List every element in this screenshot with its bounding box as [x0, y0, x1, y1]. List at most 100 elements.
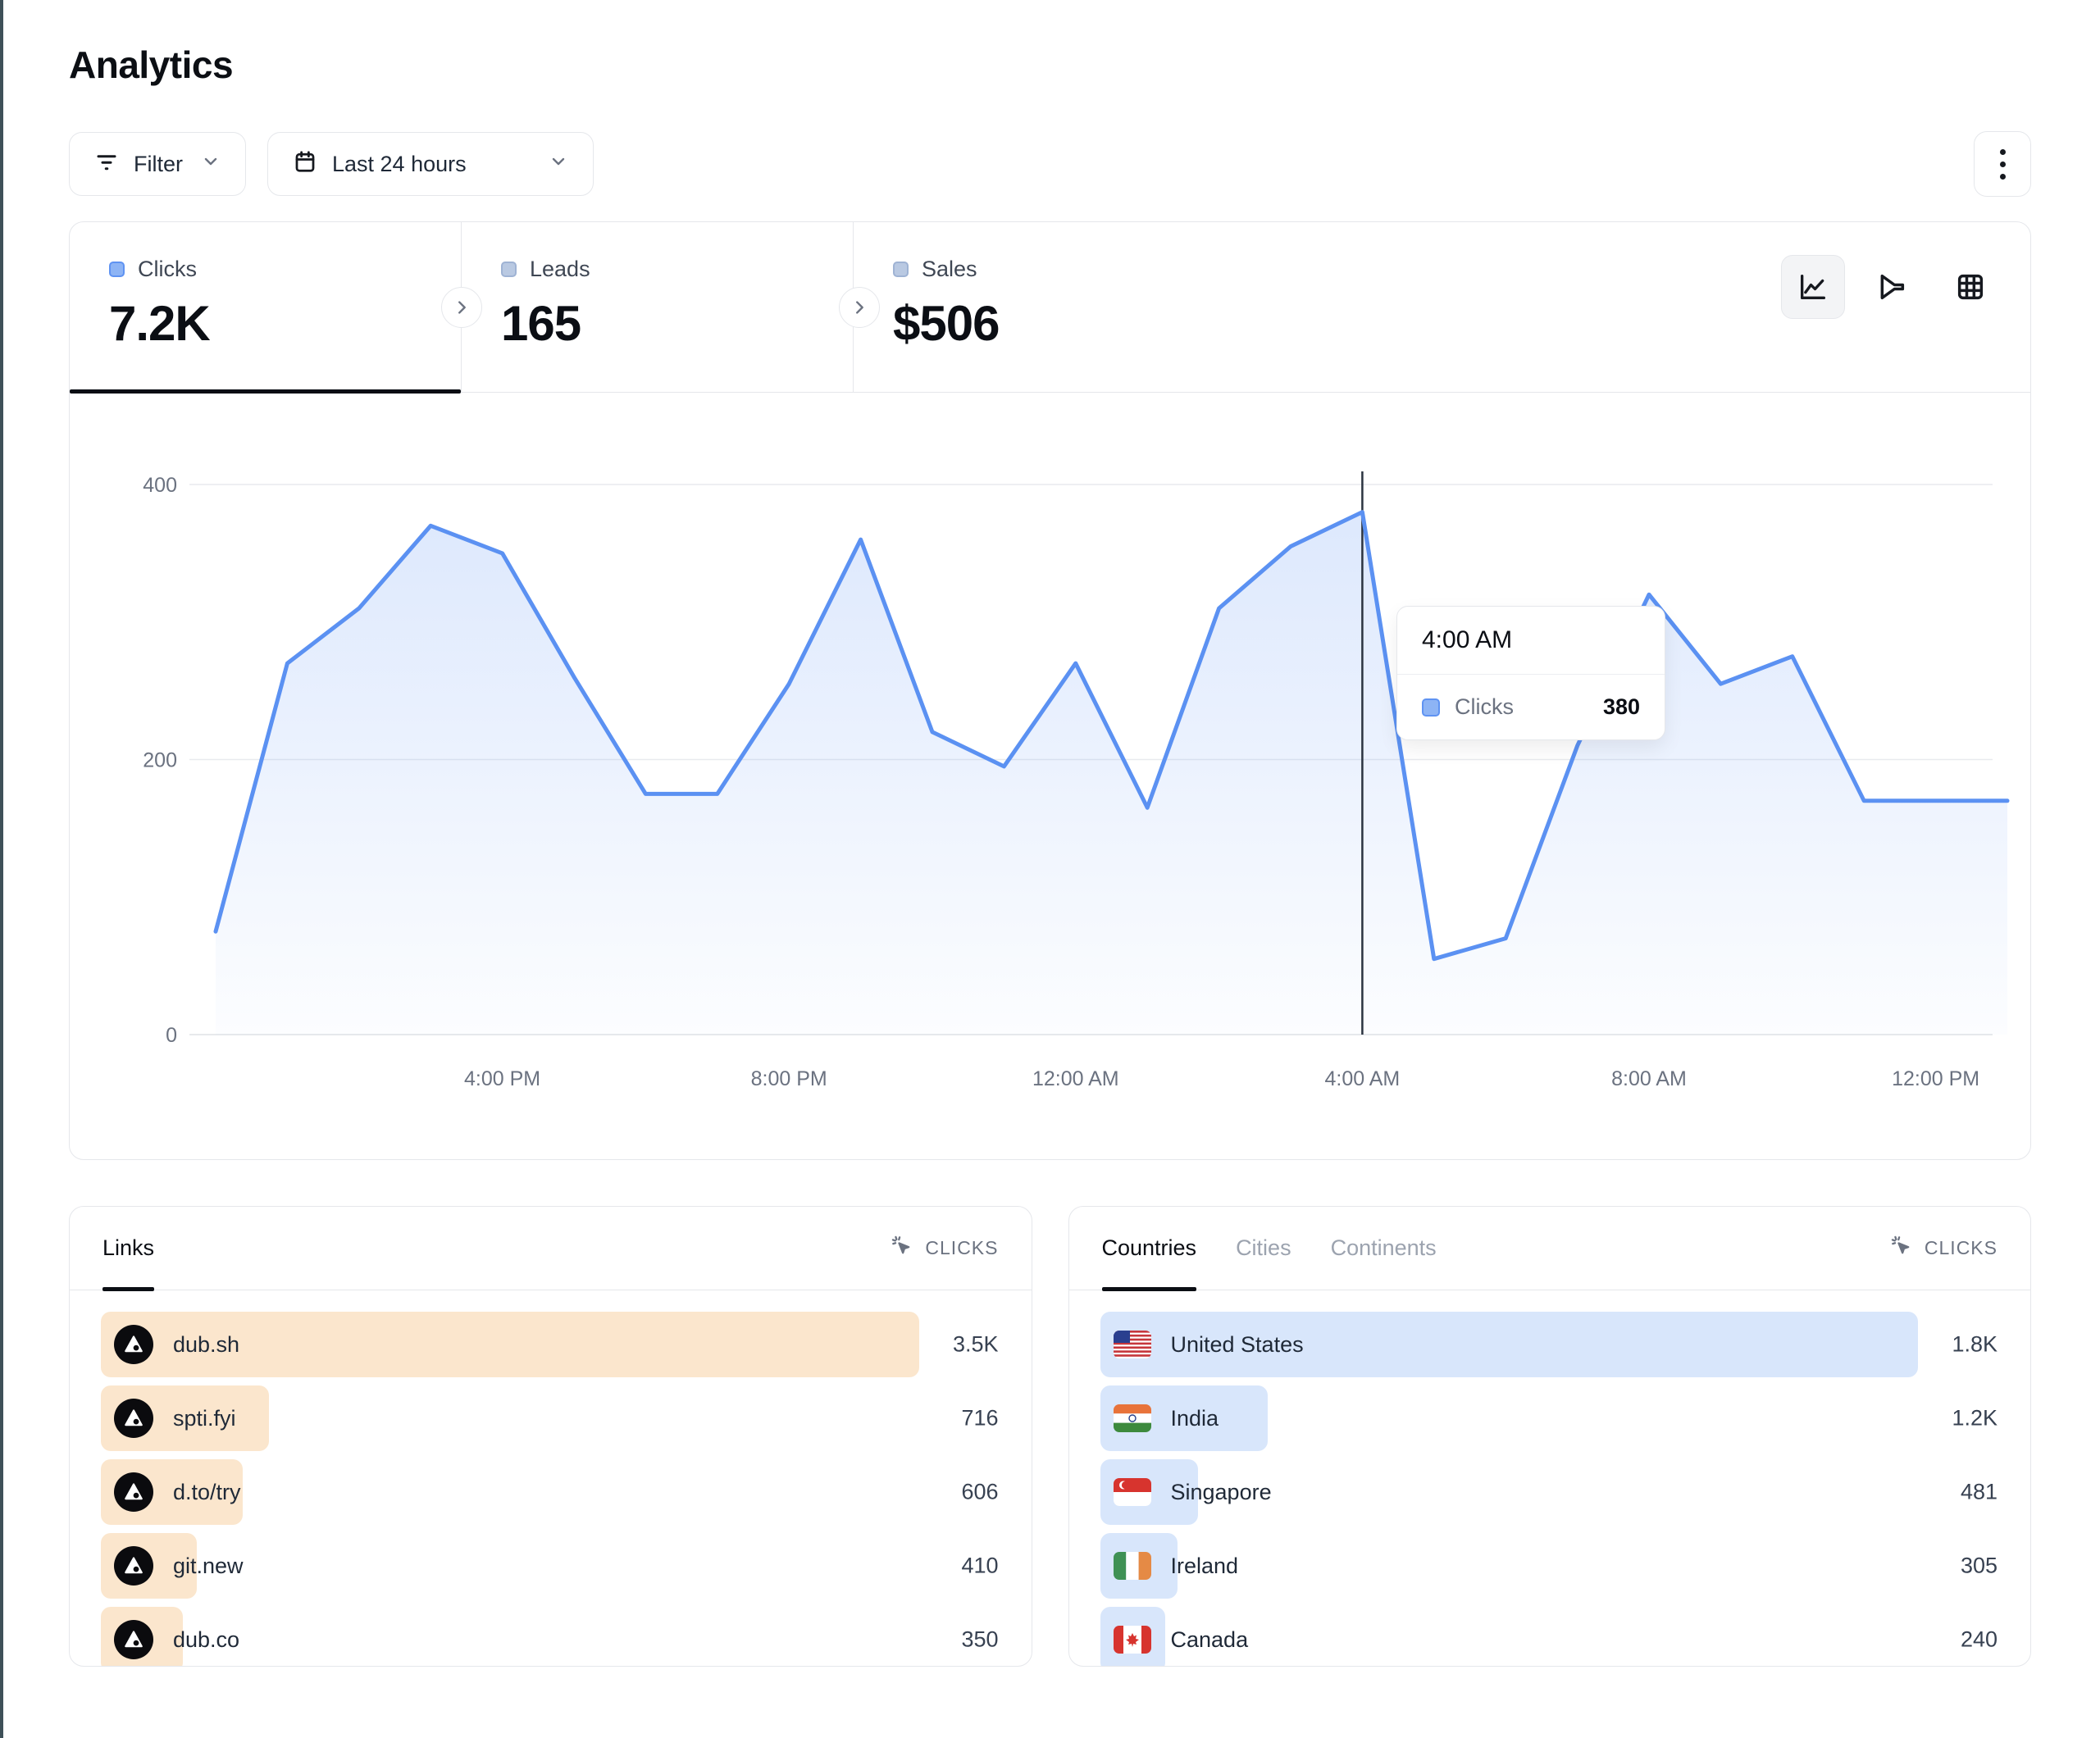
links-tabs: Links [102, 1207, 154, 1290]
kebab-menu-icon [2000, 149, 2006, 180]
item-clicks-value: 481 [1961, 1480, 1998, 1505]
analytics-card: Clicks 7.2K Leads 165 Sales $506 [69, 221, 2031, 1160]
ie-flag-icon [1114, 1552, 1151, 1580]
item-clicks-value: 240 [1961, 1627, 1998, 1653]
clicks-tab-label: Clicks [138, 257, 197, 282]
dub-logo-icon [114, 1546, 153, 1586]
leads-legend-square [501, 262, 517, 277]
chart-canvas: 40020004:00 PM8:00 PM12:00 AM4:00 AM8:00… [70, 393, 2029, 1159]
item-clicks-value: 410 [961, 1554, 998, 1579]
list-item-dub-sh[interactable]: dub.sh 3.5K [101, 1312, 1000, 1377]
page-title: Analytics [69, 43, 2031, 87]
sales-tab-label: Sales [922, 257, 977, 282]
svg-text:12:00 PM: 12:00 PM [1892, 1067, 1979, 1090]
date-range-button[interactable]: Last 24 hours [267, 132, 594, 196]
toolbar: Filter Last 24 hours [69, 131, 2031, 197]
svg-text:400: 400 [143, 474, 177, 497]
item-label: Ireland [1171, 1554, 1239, 1579]
breakdown-panels: Links CLICKS dub.sh 3.5K spti.fyi 716 d.to/t… [69, 1206, 2031, 1667]
svg-text:0: 0 [166, 1024, 177, 1047]
clicks-legend-square [109, 262, 125, 277]
item-clicks-value: 305 [1961, 1554, 1998, 1579]
chevron-down-icon [549, 152, 568, 177]
item-label: Singapore [1171, 1480, 1272, 1505]
item-label: git.new [173, 1554, 244, 1579]
links-list: dub.sh 3.5K spti.fyi 716 d.to/try606 git.new 4… [70, 1290, 1032, 1667]
list-item-india[interactable]: India 1.2K [1100, 1385, 2000, 1451]
item-clicks-value: 350 [961, 1627, 998, 1653]
funnel-view-button[interactable] [1860, 255, 1924, 319]
clicks-value: 7.2K [109, 295, 461, 352]
sales-value: $506 [893, 295, 1246, 352]
tooltip-series-label: Clicks [1455, 694, 1514, 720]
chart-view-toggles [1781, 255, 2002, 319]
list-item-dub-co[interactable]: dub.co 350 [101, 1607, 1000, 1667]
countries-panel: Countries Cities Continents CLICKS United … [1068, 1206, 2032, 1667]
tab-countries[interactable]: Countries [1102, 1207, 1197, 1290]
item-clicks-value: 606 [961, 1480, 998, 1505]
item-clicks-value: 1.2K [1952, 1406, 1998, 1431]
list-item-spti-fyi[interactable]: spti.fyi 716 [101, 1385, 1000, 1451]
filter-button-label: Filter [134, 152, 183, 177]
tooltip-legend-square [1422, 698, 1440, 717]
item-label: dub.sh [173, 1332, 239, 1358]
chevron-down-icon [201, 152, 221, 177]
more-options-button[interactable] [1974, 131, 2031, 197]
item-label: dub.co [173, 1627, 239, 1653]
dub-logo-icon [114, 1472, 153, 1512]
dub-logo-icon [114, 1325, 153, 1364]
tab-leads[interactable]: Leads 165 [462, 222, 854, 392]
list-item-git-new[interactable]: git.new 410 [101, 1533, 1000, 1599]
line-chart-view-button[interactable] [1781, 255, 1845, 319]
svg-text:4:00 PM: 4:00 PM [464, 1067, 540, 1090]
svg-text:8:00 AM: 8:00 AM [1611, 1067, 1687, 1090]
cursor-click-icon [891, 1235, 913, 1263]
calendar-icon [293, 149, 317, 180]
list-item-singapore[interactable]: Singapore 481 [1100, 1459, 2000, 1525]
expand-leads-chevron-button[interactable] [839, 287, 880, 328]
list-item-ireland[interactable]: Ireland 305 [1100, 1533, 2000, 1599]
item-label: Canada [1171, 1627, 1249, 1653]
countries-list: United States 1.8K India 1.2K Singapore 481 Ir… [1069, 1290, 2031, 1667]
svg-text:200: 200 [143, 749, 177, 772]
leads-value: 165 [501, 295, 853, 352]
svg-text:12:00 AM: 12:00 AM [1032, 1067, 1119, 1090]
list-item-canada[interactable]: Canada 240 [1100, 1607, 2000, 1667]
item-label: United States [1171, 1332, 1304, 1358]
tab-continents[interactable]: Continents [1331, 1207, 1437, 1290]
in-flag-icon [1114, 1404, 1151, 1432]
links-metric[interactable]: CLICKS [891, 1235, 998, 1263]
item-label: spti.fyi [173, 1406, 236, 1431]
item-clicks-value: 716 [961, 1406, 998, 1431]
countries-panel-header: Countries Cities Continents CLICKS [1069, 1207, 2031, 1290]
item-clicks-value: 1.8K [1952, 1332, 1998, 1358]
svg-text:4:00 AM: 4:00 AM [1325, 1067, 1401, 1090]
sales-legend-square [893, 262, 909, 277]
clicks-area-chart[interactable]: 40020004:00 PM8:00 PM12:00 AM4:00 AM8:00… [70, 393, 2030, 1159]
tab-clicks[interactable]: Clicks 7.2K [70, 222, 462, 392]
countries-metric[interactable]: CLICKS [1890, 1235, 1998, 1263]
item-label: India [1171, 1406, 1219, 1431]
list-item-d-to-try[interactable]: d.to/try606 [101, 1459, 1000, 1525]
stats-tabs: Clicks 7.2K Leads 165 Sales $506 [70, 222, 2030, 393]
tooltip-value: 380 [1603, 694, 1640, 720]
date-range-label: Last 24 hours [332, 152, 467, 177]
chart-tooltip: 4:00 AM Clicks 380 [1396, 606, 1665, 740]
links-panel: Links CLICKS dub.sh 3.5K spti.fyi 716 d.to/t… [69, 1206, 1032, 1667]
countries-tabs: Countries Cities Continents [1102, 1207, 1437, 1290]
dub-logo-icon [114, 1399, 153, 1438]
tab-sales[interactable]: Sales $506 [854, 222, 1246, 392]
table-view-button[interactable] [1938, 255, 2002, 319]
ca-flag-icon [1114, 1626, 1151, 1654]
filter-button[interactable]: Filter [69, 132, 246, 196]
sg-flag-icon [1114, 1478, 1151, 1506]
tab-links[interactable]: Links [102, 1207, 154, 1290]
analytics-page: Analytics Filter Last 24 hours [0, 0, 2100, 1667]
window-left-edge [0, 0, 3, 1738]
countries-metric-label: CLICKS [1925, 1237, 1998, 1259]
tab-cities[interactable]: Cities [1236, 1207, 1291, 1290]
expand-clicks-chevron-button[interactable] [441, 287, 482, 328]
list-item-united-states[interactable]: United States 1.8K [1100, 1312, 2000, 1377]
cursor-click-icon [1890, 1235, 1913, 1263]
item-clicks-value: 3.5K [953, 1332, 999, 1358]
